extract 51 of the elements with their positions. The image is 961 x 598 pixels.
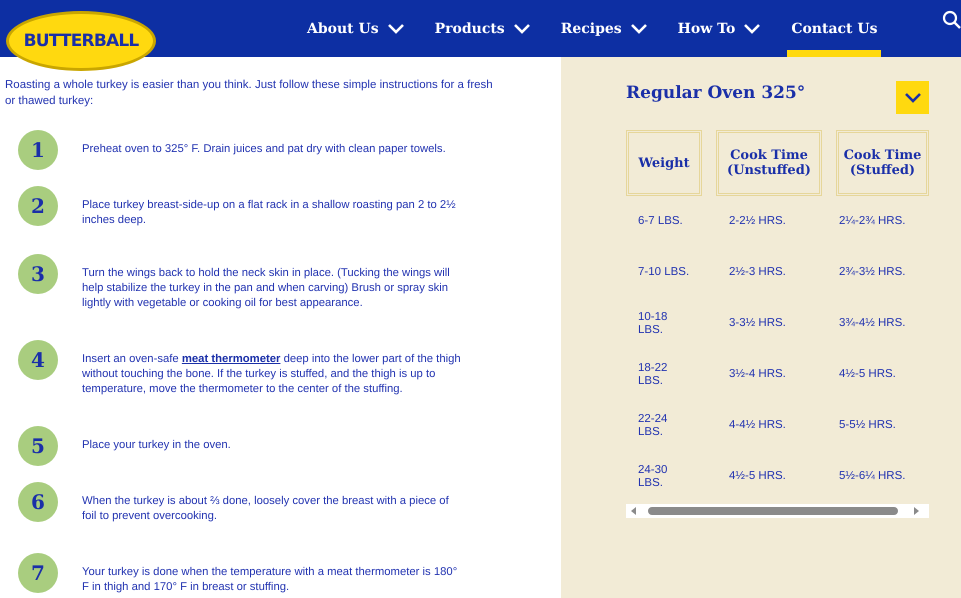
search-icon[interactable]	[942, 10, 961, 30]
column-header: Weight	[626, 130, 702, 196]
step-number: 1	[18, 130, 58, 170]
chevron-down-icon	[512, 22, 531, 34]
table-cell-text: 22-24 LBS.	[637, 412, 668, 438]
table-cell-text: 5½-6¼ HRS.	[839, 470, 906, 483]
table-cell-text: 4½-5 HRS.	[728, 470, 787, 483]
table-cell-text: 5-5½ HRS.	[839, 419, 897, 432]
table-cell-text: 2¾-3½ HRS.	[839, 266, 906, 279]
chevron-icon	[904, 92, 922, 104]
table-cell-text: 4½-5 HRS.	[839, 368, 897, 381]
step-text: Insert an oven-safe meat thermometer deep into the lower part of the thigh without touching the bone. If the turkey is stuffed, and the thigh is up to temperature, move the thermometer to the center of the stuffing.	[82, 352, 462, 397]
table-cell-text: 24-30 LBS.	[637, 464, 668, 490]
nav-link[interactable]: About Us	[303, 0, 409, 57]
step-number: 6	[18, 482, 58, 522]
step-number: 3	[18, 254, 58, 294]
table-cell-text: 7-10 LBS.	[637, 266, 690, 279]
table-cell-text: 2¼-2¾ HRS.	[839, 215, 906, 228]
table-cell-text: 3¾-4½ HRS.	[839, 317, 906, 330]
step-number: 5	[18, 426, 58, 466]
step-text: Turn the wings back to hold the neck skin in place. (Tucking the wings will help stabilize the turkey in the pan and when carving) Brush or spray skin lightly with vegetable or cooking oil for best appearance.	[82, 266, 451, 311]
step-text: Place turkey breast-side-up on a flat rack in a shallow roasting pan 2 to 2½ inches deep.	[82, 198, 457, 228]
oven-title: Regular Oven 325°	[626, 83, 806, 103]
chevron-down-icon	[386, 22, 405, 34]
nav-link[interactable]: Products	[430, 0, 535, 57]
table-cell-text: 4-4½ HRS.	[728, 419, 787, 432]
column-header: Cook Time (Stuffed)	[836, 130, 929, 196]
nav-link[interactable]: Recipes	[556, 0, 652, 57]
collapse-toggle[interactable]	[896, 81, 929, 114]
step-text: Your turkey is done when the temperature with a meat thermometer is 180° F in thigh and 170° F in breast or stuffing.	[82, 565, 458, 595]
nav-link[interactable]: How To	[674, 0, 766, 57]
table-cell-text: 10-18 LBS.	[637, 310, 668, 336]
chevron-down-icon	[743, 22, 762, 34]
intro-text: Roasting a whole turkey is easier than you think. Just follow these simple instructions for a fresh or thawed turkey:	[5, 78, 494, 109]
table-cell-text: 18-22 LBS.	[637, 362, 668, 388]
step-number: 2	[18, 186, 58, 226]
table-cell-text: 3-3½ HRS.	[728, 317, 787, 330]
table-cell-text: 2½-3 HRS.	[728, 266, 787, 279]
step-text: Preheat oven to 325° F. Drain juices and pat dry with clean paper towels.	[82, 142, 447, 157]
step-text: When the turkey is about ⅔ done, loosely cover the breast with a piece of foil to prevent overcooking.	[82, 494, 450, 524]
horizontal-scrollbar[interactable]	[626, 504, 929, 518]
step-number: 4	[18, 340, 58, 380]
chevron-down-icon	[630, 22, 648, 34]
step-number: 7	[18, 553, 58, 593]
step-text: Place your turkey in the oven.	[82, 438, 232, 453]
table-cell-text: 6-7 LBS.	[637, 215, 684, 228]
column-header: Cook Time (Unstuffed)	[716, 130, 822, 196]
meat-thermometer-link[interactable]: meat thermometer	[182, 353, 280, 365]
table-cell-text: 3½-4 HRS.	[728, 368, 787, 381]
table-cell-text: 2-2½ HRS.	[728, 215, 787, 228]
logo[interactable]: BUTTERBALL	[6, 11, 156, 71]
